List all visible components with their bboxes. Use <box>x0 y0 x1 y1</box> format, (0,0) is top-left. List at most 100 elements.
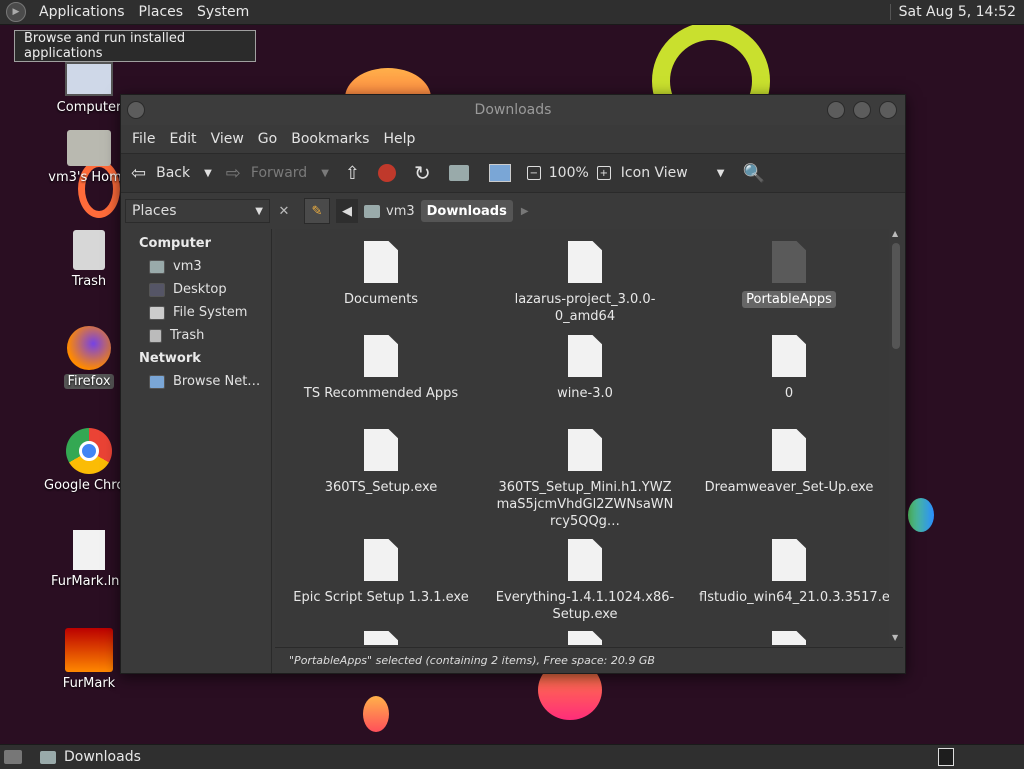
file-item[interactable]: lazarus-project_3.0.0-0_amd64 <box>495 241 675 325</box>
taskbar-label: Downloads <box>64 749 141 765</box>
file-name: Dreamweaver_Set-Up.exe <box>704 480 874 495</box>
trash-icon <box>149 328 162 343</box>
desktop-icon-label: FurMark <box>62 676 116 691</box>
back-label: Back <box>156 165 191 181</box>
zoom-out-icon[interactable]: − <box>526 166 541 180</box>
forward-button[interactable]: ⇨ Forward ▼ <box>226 163 329 184</box>
vertical-scrollbar[interactable]: ▲ ▼ <box>889 229 903 645</box>
desktop-icon-label: Firefox <box>64 374 114 389</box>
file-item[interactable]: 360TS_Setup_Mini.h1.YWZmaS5jcmVhdGl2ZWNs… <box>495 429 675 530</box>
folder-icon <box>364 335 398 377</box>
file-icon <box>772 631 806 645</box>
zoom-in-icon[interactable]: + <box>596 166 611 180</box>
file-name: Epic Script Setup 1.3.1.exe <box>293 590 469 605</box>
file-item[interactable]: 360TS_Setup.exe <box>291 429 471 496</box>
file-icon <box>364 631 398 645</box>
sidebar-item-trash[interactable]: Trash <box>121 324 271 347</box>
sidebar-heading-computer: Computer <box>139 236 212 251</box>
top-panel: ▶ Applications Places System Sat Aug 5, … <box>0 0 1024 25</box>
close-button[interactable] <box>879 101 897 119</box>
clock[interactable]: Sat Aug 5, 14:52 <box>889 4 1024 20</box>
file-item[interactable]: Documents <box>291 241 471 308</box>
file-icon <box>568 631 602 645</box>
system-menu[interactable]: System <box>190 4 256 20</box>
menu-file[interactable]: File <box>125 131 162 147</box>
tooltip: Browse and run installed applications <box>14 30 256 62</box>
toolbar: ⇦ Back ▼ ⇨ Forward ▼ ⇧ ↻ − 100% + Icon V… <box>121 153 905 193</box>
file-item[interactable]: Dreamweaver_Set-Up.exe <box>699 429 879 496</box>
chevron-down-icon: ▼ <box>204 167 212 179</box>
folder-icon <box>364 241 398 283</box>
taskbar-button-downloads[interactable]: Downloads <box>40 749 141 765</box>
edit-location-icon[interactable]: ✎ <box>304 198 330 224</box>
file-item-partial[interactable] <box>699 631 879 645</box>
view-mode-select[interactable]: Icon View ▼ <box>621 165 725 181</box>
file-item-partial[interactable] <box>291 631 471 645</box>
path-forward-arrow-icon[interactable]: ▶ <box>521 206 529 217</box>
close-sidebar-icon[interactable]: ✕ <box>274 200 294 222</box>
show-desktop-icon[interactable] <box>4 750 22 764</box>
up-arrow-icon[interactable]: ⇧ <box>345 163 360 184</box>
file-name: 360TS_Setup_Mini.h1.YWZmaS5jcmVhdGl2ZWNs… <box>496 480 674 529</box>
bottom-panel: Downloads <box>0 744 1024 769</box>
file-item-partial[interactable] <box>495 631 675 645</box>
menu-edit[interactable]: Edit <box>162 131 203 147</box>
places-menu[interactable]: Places <box>132 4 191 20</box>
file-name: 0 <box>784 386 794 401</box>
sidebar-item-label: File System <box>173 305 248 320</box>
scroll-up-icon[interactable]: ▲ <box>892 229 898 238</box>
network-icon <box>149 374 165 389</box>
path-back-arrow-icon[interactable]: ◀ <box>336 199 358 223</box>
file-item[interactable]: 0 <box>699 335 879 402</box>
file-icon <box>73 530 105 570</box>
file-name: lazarus-project_3.0.0-0_amd64 <box>514 292 656 324</box>
menu-view[interactable]: View <box>204 131 251 147</box>
drive-icon <box>149 305 165 320</box>
folder-icon <box>568 241 602 283</box>
sidebar-item-filesystem[interactable]: File System <box>121 301 271 324</box>
distro-logo-icon[interactable]: ▶ <box>6 2 26 22</box>
forward-label: Forward <box>250 165 308 181</box>
sidebar: Computer vm3 Desktop File System Trash N… <box>121 229 272 673</box>
scroll-down-icon[interactable]: ▼ <box>892 633 898 642</box>
path-button-home[interactable]: vm3 <box>358 199 421 223</box>
folder-icon <box>40 750 56 764</box>
file-item[interactable]: TS Recommended Apps <box>291 335 471 402</box>
chevron-down-icon: ▼ <box>321 167 329 179</box>
path-button-current[interactable]: Downloads <box>420 200 513 222</box>
computer-icon[interactable] <box>488 164 511 182</box>
applications-menu[interactable]: Applications <box>32 4 132 20</box>
file-name: wine-3.0 <box>557 386 613 401</box>
back-button[interactable]: ⇦ Back ▼ <box>131 163 212 184</box>
sidebar-item-desktop[interactable]: Desktop <box>121 278 271 301</box>
sidebar-item-browse-network[interactable]: Browse Net… <box>121 370 271 393</box>
menu-go[interactable]: Go <box>251 131 284 147</box>
minimize-button[interactable] <box>827 101 845 119</box>
window-menu-button[interactable] <box>127 101 145 119</box>
folder-icon <box>772 241 806 283</box>
zoom-level: 100% <box>548 165 589 181</box>
sidebar-item-vm3[interactable]: vm3 <box>121 255 271 278</box>
window-titlebar[interactable]: Downloads <box>121 95 905 125</box>
file-item-selected[interactable]: PortableApps <box>699 241 879 308</box>
chevron-down-icon: ▼ <box>716 167 725 179</box>
sidebar-heading-network: Network <box>139 351 201 366</box>
reload-icon[interactable]: ↻ <box>414 161 431 185</box>
stop-icon[interactable] <box>378 164 396 182</box>
file-item[interactable]: Everything-1.4.1.1024.x86-Setup.exe <box>495 539 675 623</box>
places-dropdown[interactable]: Places ▼ <box>125 199 270 223</box>
sidebar-item-label: vm3 <box>173 259 202 274</box>
scrollbar-thumb[interactable] <box>892 243 900 349</box>
search-icon[interactable]: 🔍 <box>743 163 765 184</box>
workspace-switcher-icon[interactable] <box>938 748 954 766</box>
file-item[interactable]: Epic Script Setup 1.3.1.exe <box>291 539 471 606</box>
menu-bookmarks[interactable]: Bookmarks <box>284 131 376 147</box>
file-name: TS Recommended Apps <box>303 386 459 401</box>
desktop-icon <box>149 282 165 297</box>
home-icon[interactable] <box>448 165 469 181</box>
trash-icon <box>73 230 105 270</box>
file-item[interactable]: flstudio_win64_21.0.3.3517.exe <box>699 539 889 606</box>
file-item[interactable]: wine-3.0 <box>495 335 675 402</box>
maximize-button[interactable] <box>853 101 871 119</box>
menu-help[interactable]: Help <box>376 131 422 147</box>
